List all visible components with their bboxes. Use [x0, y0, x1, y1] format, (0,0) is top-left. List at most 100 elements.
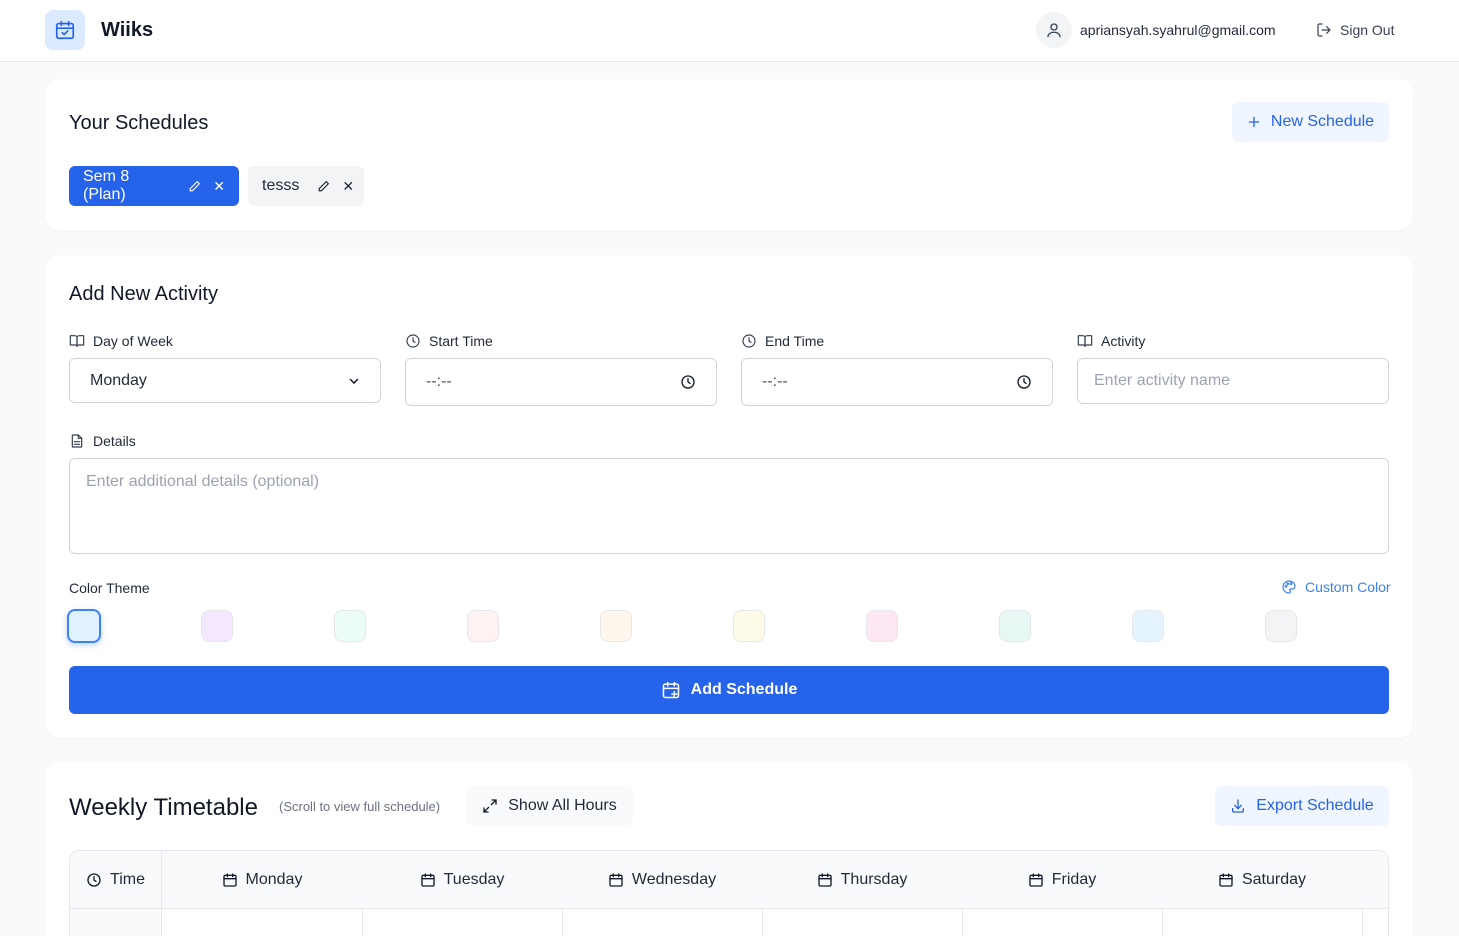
column-divider — [762, 909, 763, 936]
color-swatch[interactable] — [201, 610, 233, 642]
day-column-header: Thursday — [762, 851, 962, 909]
add-activity-card: Add New Activity Day of Week Monday Star… — [45, 255, 1413, 738]
pencil-icon[interactable] — [317, 179, 330, 193]
schedule-tab-sem8[interactable]: Sem 8 (Plan) ✕ — [69, 166, 239, 206]
schedule-tab-label: tesss — [262, 177, 300, 194]
color-swatch[interactable] — [334, 610, 366, 642]
color-swatch[interactable] — [1265, 610, 1297, 642]
calendar-icon — [222, 872, 238, 888]
day-column-header: Monday — [162, 851, 362, 909]
calendar-icon — [817, 872, 833, 888]
day-of-week-label: Day of Week — [69, 332, 173, 350]
color-swatch[interactable] — [467, 610, 499, 642]
color-swatch[interactable] — [1132, 610, 1164, 642]
sign-out-button[interactable]: Sign Out — [1316, 20, 1394, 40]
day-column-header: Tuesday — [362, 851, 562, 909]
activity-name-placeholder: Enter activity name — [1094, 372, 1231, 389]
show-all-hours-label: Show All Hours — [508, 797, 617, 814]
calendar-check-icon — [54, 19, 76, 41]
activity-name-input[interactable]: Enter activity name — [1077, 358, 1389, 404]
start-time-label: Start Time — [405, 332, 493, 350]
column-divider — [362, 909, 363, 936]
add-schedule-button[interactable]: Add Schedule — [69, 666, 1389, 714]
day-of-week-select[interactable]: Monday — [69, 358, 381, 403]
app-name: Wiiks — [101, 19, 154, 41]
clock-icon — [405, 333, 421, 349]
column-divider — [1162, 909, 1163, 936]
export-schedule-button[interactable]: Export Schedule — [1215, 786, 1389, 826]
color-swatch[interactable] — [733, 610, 765, 642]
timetable-card: Weekly Timetable (Scroll to view full sc… — [45, 762, 1413, 936]
export-schedule-label: Export Schedule — [1256, 797, 1374, 814]
clock-icon — [741, 333, 757, 349]
close-icon[interactable]: ✕ — [342, 178, 354, 195]
book-icon — [1077, 333, 1093, 349]
schedule-tab-tesss[interactable]: tesss ✕ — [248, 166, 364, 206]
add-activity-title: Add New Activity — [69, 283, 218, 305]
details-placeholder: Enter additional details (optional) — [86, 473, 320, 490]
schedules-title: Your Schedules — [69, 112, 209, 134]
timetable-grid: Time Monday Tuesday Wednesday Thursday Frida… — [69, 850, 1389, 936]
add-schedule-label: Add Schedule — [690, 681, 798, 698]
calendar-icon — [1028, 872, 1044, 888]
day-column-header: Saturday — [1162, 851, 1362, 909]
start-time-value: --:-- — [426, 373, 452, 390]
calendar-icon — [420, 872, 436, 888]
day-column-label: Friday — [1051, 871, 1097, 888]
calendar-icon — [1218, 872, 1234, 888]
start-time-input[interactable]: --:-- — [405, 358, 717, 406]
avatar[interactable] — [1036, 12, 1072, 48]
day-column-label: Wednesday — [631, 871, 717, 888]
clock-icon — [86, 872, 102, 888]
activity-label: Activity — [1077, 332, 1145, 350]
close-icon[interactable]: ✕ — [213, 178, 225, 195]
color-swatch[interactable] — [600, 610, 632, 642]
new-schedule-button[interactable]: New Schedule — [1232, 102, 1389, 142]
time-cell — [70, 909, 162, 936]
day-column-header: Friday — [962, 851, 1162, 909]
user-email: apriansyah.syahrul@gmail.com — [1080, 22, 1276, 38]
details-label: Details — [69, 432, 136, 450]
day-column-label: Saturday — [1241, 871, 1307, 888]
end-time-label: End Time — [741, 332, 824, 350]
calendar-plus-icon — [661, 680, 681, 700]
column-divider — [962, 909, 963, 936]
color-swatch[interactable] — [866, 610, 898, 642]
logo — [45, 10, 85, 50]
color-swatch[interactable] — [999, 610, 1031, 642]
user-icon — [1045, 21, 1063, 39]
book-icon — [69, 333, 85, 349]
schedule-tab-label: Sem 8 (Plan) — [83, 168, 130, 203]
calendar-icon — [608, 872, 624, 888]
timetable-title: Weekly Timetable — [69, 794, 258, 821]
time-column-header: Time — [70, 851, 162, 909]
expand-icon — [482, 798, 498, 814]
new-schedule-label: New Schedule — [1270, 113, 1375, 130]
clock-icon[interactable] — [1016, 374, 1032, 390]
end-time-input[interactable]: --:-- — [741, 358, 1053, 406]
plus-icon — [1247, 115, 1261, 129]
column-divider — [562, 909, 563, 936]
day-of-week-value: Monday — [90, 371, 147, 389]
schedules-card: Your Schedules New Schedule Sem 8 (Plan)… — [45, 79, 1413, 230]
day-column-label: Tuesday — [443, 871, 505, 888]
show-all-hours-button[interactable]: Show All Hours — [466, 786, 633, 826]
timetable-header-row: Time Monday Tuesday Wednesday Thursday Frida… — [70, 851, 1388, 909]
sign-out-label: Sign Out — [1340, 22, 1395, 38]
top-navbar: Wiiks apriansyah.syahrul@gmail.com Sign … — [0, 0, 1459, 62]
palette-icon — [1281, 579, 1297, 595]
download-icon — [1230, 798, 1246, 814]
logout-icon — [1316, 22, 1332, 38]
column-divider — [1362, 909, 1363, 936]
document-icon — [69, 433, 85, 449]
end-time-value: --:-- — [762, 373, 788, 390]
custom-color-button[interactable]: Custom Color — [1281, 579, 1391, 595]
chevron-down-icon — [348, 375, 360, 387]
pencil-icon[interactable] — [188, 179, 201, 193]
details-textarea[interactable]: Enter additional details (optional) — [69, 458, 1389, 554]
day-column-label: Monday — [245, 871, 303, 888]
day-column-label: Thursday — [840, 871, 908, 888]
clock-icon[interactable] — [680, 374, 696, 390]
color-theme-label: Color Theme — [69, 580, 150, 596]
color-swatch[interactable] — [67, 609, 101, 643]
